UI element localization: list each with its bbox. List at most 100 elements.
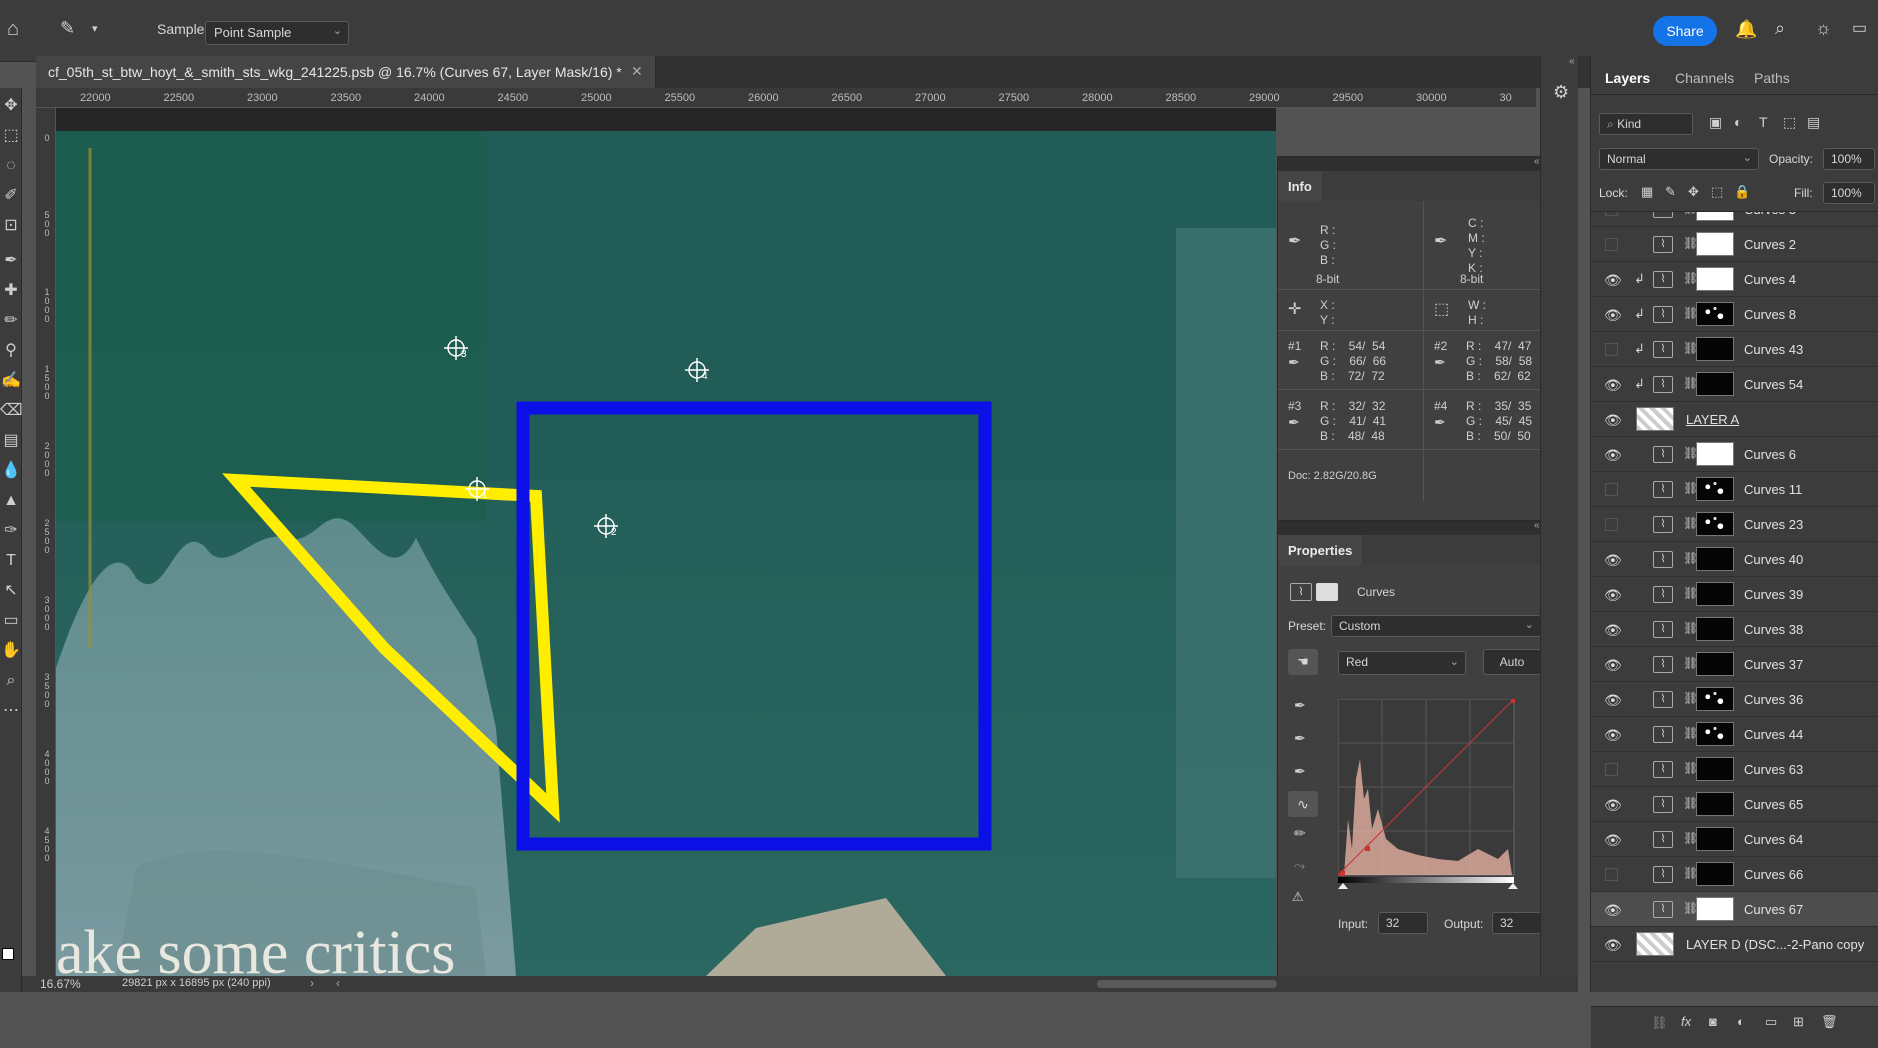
eye-icon[interactable]: 👁 bbox=[1604, 272, 1622, 289]
home-icon[interactable]: ⌂ bbox=[7, 18, 19, 41]
lock-position-icon[interactable]: ✥ bbox=[1688, 184, 1699, 200]
clipping-warning-icon[interactable]: ⚠ bbox=[1292, 889, 1304, 905]
clone-stamp-icon[interactable]: ⚲ bbox=[0, 338, 22, 364]
visibility-toggle[interactable] bbox=[1605, 763, 1618, 776]
visibility-toggle[interactable] bbox=[1605, 868, 1618, 881]
visibility-toggle[interactable] bbox=[1605, 483, 1618, 496]
eyedropper-black-icon[interactable]: ✒ bbox=[1294, 697, 1306, 714]
lock-artboard-icon[interactable]: ⬚ bbox=[1711, 184, 1723, 200]
horizontal-scrollbar[interactable] bbox=[1097, 980, 1277, 988]
healing-brush-icon[interactable]: ✚ bbox=[0, 278, 22, 304]
filter-shape-icon[interactable]: ⬚ bbox=[1783, 114, 1796, 131]
info-panel-header[interactable] bbox=[1278, 157, 1572, 171]
lightbulb-icon[interactable]: ☼ bbox=[1815, 18, 1832, 39]
input-field[interactable]: 32 bbox=[1378, 912, 1428, 934]
type-tool-icon[interactable]: T bbox=[0, 548, 22, 574]
layer-row[interactable]: 👁 ⌇ ⛓ Curves 44 bbox=[1591, 717, 1878, 752]
properties-panel-header[interactable] bbox=[1278, 521, 1572, 535]
filter-pixel-icon[interactable]: ▣ bbox=[1709, 114, 1722, 131]
new-layer-icon[interactable]: ⊞ bbox=[1793, 1014, 1804, 1030]
chevron-left-icon[interactable]: ‹ bbox=[336, 976, 340, 990]
visibility-toggle[interactable] bbox=[1605, 343, 1618, 356]
layer-mask-thumbnail[interactable] bbox=[1696, 337, 1734, 361]
properties-dock-icon[interactable]: ⚙ bbox=[1553, 82, 1569, 103]
foreground-color-swatch[interactable] bbox=[2, 948, 14, 960]
layer-row[interactable]: ⌇ ⛓ Curves 66 bbox=[1591, 857, 1878, 892]
curves-adjustment-icon[interactable]: ⌇ bbox=[1290, 583, 1312, 601]
chevron-right-icon[interactable]: › bbox=[310, 976, 314, 990]
pencil-icon[interactable]: ✏ bbox=[1294, 825, 1306, 842]
collapse-icon[interactable]: « bbox=[1569, 56, 1575, 67]
lock-transparent-icon[interactable]: ▦ bbox=[1641, 184, 1653, 200]
layer-row[interactable]: 👁 ⌇ ⛓ Curves 65 bbox=[1591, 787, 1878, 822]
layer-mask-thumbnail[interactable] bbox=[1696, 897, 1734, 921]
layer-row[interactable]: 👁 LAYER D (DSC...-2-Pano copy bbox=[1591, 927, 1878, 962]
brush-tool-icon[interactable]: ✏ bbox=[0, 308, 22, 334]
properties-tab[interactable]: Properties bbox=[1278, 535, 1363, 565]
eraser-tool-icon[interactable]: ⌫ bbox=[0, 398, 23, 424]
curve-point-icon[interactable]: ∿ bbox=[1288, 791, 1318, 817]
layer-thumbnail[interactable] bbox=[1636, 407, 1674, 431]
tab-layers[interactable]: Layers bbox=[1605, 70, 1650, 86]
layer-mask-thumbnail[interactable] bbox=[1696, 547, 1734, 571]
color-sampler-marker[interactable]: 1 bbox=[465, 477, 495, 507]
lock-image-icon[interactable]: ✎ bbox=[1665, 184, 1676, 200]
layer-row[interactable]: 👁 ↲ ⌇ ⛓ Curves 8 bbox=[1591, 297, 1878, 332]
move-tool-icon[interactable]: ✥ bbox=[0, 93, 22, 119]
layer-mask-thumbnail[interactable] bbox=[1696, 477, 1734, 501]
eye-icon[interactable]: 👁 bbox=[1604, 377, 1622, 394]
crop-tool-icon[interactable]: ⊡ bbox=[0, 213, 22, 239]
layer-row[interactable]: 👁 ⌇ ⛓ Curves 67 bbox=[1591, 892, 1878, 927]
color-sampler-marker[interactable]: 4 bbox=[685, 358, 715, 388]
quick-select-tool-icon[interactable]: ✐ bbox=[0, 183, 22, 209]
zoom-level[interactable]: 16.67% bbox=[40, 977, 81, 991]
layer-mask-thumbnail[interactable] bbox=[1696, 722, 1734, 746]
eye-icon[interactable]: 👁 bbox=[1604, 902, 1622, 919]
mask-icon[interactable] bbox=[1316, 583, 1338, 601]
color-sampler-tool-icon[interactable]: ✎ bbox=[60, 18, 75, 39]
filter-smart-object-icon[interactable]: ▤ bbox=[1807, 114, 1820, 131]
layer-mask-thumbnail[interactable] bbox=[1696, 617, 1734, 641]
bell-icon[interactable]: 🔔 bbox=[1735, 19, 1757, 40]
layer-row[interactable]: 👁 ⌇ ⛓ Curves 39 bbox=[1591, 577, 1878, 612]
visibility-toggle[interactable] bbox=[1605, 518, 1618, 531]
path-select-icon[interactable]: ↖ bbox=[0, 578, 22, 604]
eyedropper-white-icon[interactable]: ✒ bbox=[1294, 763, 1306, 780]
eye-icon[interactable]: 👁 bbox=[1604, 307, 1622, 324]
color-sampler-marker[interactable]: 3 bbox=[444, 336, 474, 366]
shape-tool-icon[interactable]: ▭ bbox=[0, 608, 22, 634]
visibility-toggle[interactable] bbox=[1605, 238, 1618, 251]
layer-row[interactable]: ⌇ ⛓ Curves 63 bbox=[1591, 752, 1878, 787]
opacity-field[interactable]: 100% bbox=[1823, 148, 1875, 170]
eye-icon[interactable]: 👁 bbox=[1604, 412, 1622, 429]
layer-row[interactable]: ⌇ ⛓ Curves 11 bbox=[1591, 472, 1878, 507]
layer-mask-thumbnail[interactable] bbox=[1696, 267, 1734, 291]
layer-mask-thumbnail[interactable] bbox=[1696, 512, 1734, 536]
lock-all-icon[interactable]: 🔒 bbox=[1734, 184, 1750, 200]
gradient-tool-icon[interactable]: ▤ bbox=[0, 428, 22, 454]
layer-mask-thumbnail[interactable] bbox=[1696, 652, 1734, 676]
layer-row[interactable]: 👁 ↲ ⌇ ⛓ Curves 4 bbox=[1591, 262, 1878, 297]
layer-mask-thumbnail[interactable] bbox=[1696, 792, 1734, 816]
fill-field[interactable]: 100% bbox=[1823, 182, 1875, 204]
fx-icon[interactable]: fx bbox=[1681, 1014, 1691, 1029]
visibility-toggle[interactable] bbox=[1605, 212, 1618, 216]
auto-button[interactable]: Auto bbox=[1483, 649, 1541, 675]
eye-icon[interactable]: 👁 bbox=[1604, 657, 1622, 674]
layer-row[interactable]: ⌇ ⛓ Curves 2 bbox=[1591, 227, 1878, 262]
eye-icon[interactable]: 👁 bbox=[1604, 587, 1622, 604]
tool-preset-chevron-icon[interactable]: ▾ bbox=[92, 22, 98, 35]
curves-graph[interactable] bbox=[1338, 699, 1518, 889]
eye-icon[interactable]: 👁 bbox=[1604, 692, 1622, 709]
eye-icon[interactable]: 👁 bbox=[1604, 727, 1622, 744]
add-mask-icon[interactable]: ◙ bbox=[1709, 1014, 1717, 1029]
layer-row[interactable]: 👁 ⌇ ⛓ Curves 37 bbox=[1591, 647, 1878, 682]
sample-size-select[interactable]: Point Sample ⌄ bbox=[205, 21, 349, 45]
layer-row[interactable]: 👁 ⌇ ⛓ Curves 36 bbox=[1591, 682, 1878, 717]
targeted-adjustment-icon[interactable]: ☚ bbox=[1288, 649, 1318, 675]
lasso-tool-icon[interactable]: ◌ bbox=[0, 153, 22, 179]
layer-mask-thumbnail[interactable] bbox=[1696, 232, 1734, 256]
blend-mode-select[interactable]: Normal ⌄ bbox=[1599, 148, 1759, 170]
layer-mask-thumbnail[interactable] bbox=[1696, 582, 1734, 606]
layer-filter-select[interactable]: ⌕ Kind bbox=[1599, 113, 1693, 135]
